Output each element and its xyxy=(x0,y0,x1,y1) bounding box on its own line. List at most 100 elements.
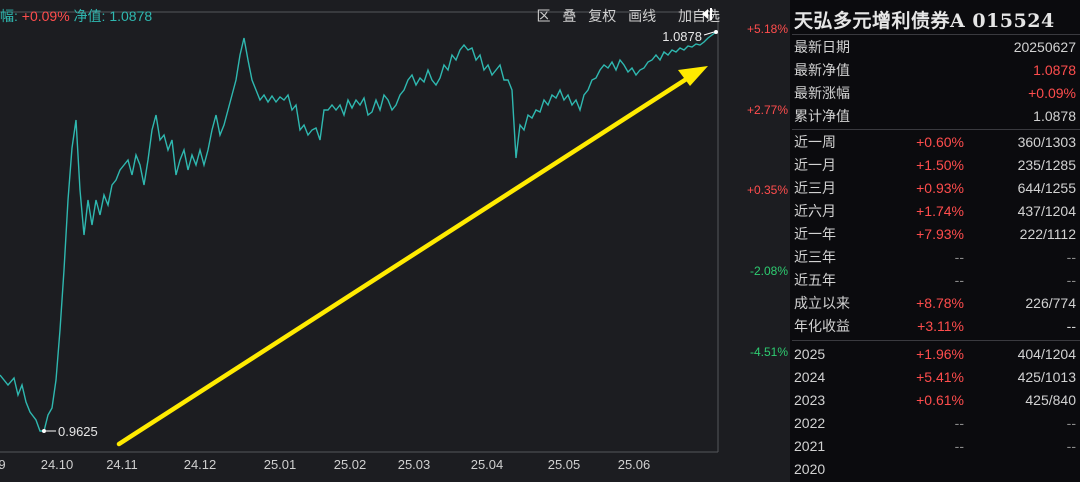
row-change: -- xyxy=(954,415,964,431)
row-change: +0.60% xyxy=(916,134,964,150)
row-change: +8.78% xyxy=(916,295,964,311)
row-rank: 644/1255 xyxy=(1017,180,1076,196)
row-rank: -- xyxy=(1066,415,1076,431)
row-change: -- xyxy=(954,249,964,265)
info-row: 最新日期 20250627 xyxy=(792,36,1080,59)
row-label: 近一周 xyxy=(794,134,836,150)
row-rank: -- xyxy=(1066,438,1076,454)
period-row: 近一月 +1.50% 235/1285 xyxy=(792,154,1080,177)
row-change: +1.74% xyxy=(916,203,964,219)
divider xyxy=(792,340,1080,341)
x-tick-label: 24.10 xyxy=(41,457,74,472)
adjust-button[interactable]: 复权 xyxy=(588,8,616,24)
row-rank: 425/840 xyxy=(1025,392,1076,408)
period-row: 近五年 -- -- xyxy=(792,269,1080,292)
row-change: +3.11% xyxy=(917,318,964,334)
year-row: 2021 -- -- xyxy=(792,435,1080,458)
year-row: 2024 +5.41% 425/1013 xyxy=(792,366,1080,389)
info-row: 累计净值 1.0878 xyxy=(792,105,1080,128)
row-label: 近六月 xyxy=(794,203,836,219)
change-label: 幅: xyxy=(0,8,18,24)
row-rank: 235/1285 xyxy=(1017,157,1076,173)
draw-line-button[interactable]: 画线 xyxy=(628,8,656,24)
period-row: 近六月 +1.74% 437/1204 xyxy=(792,200,1080,223)
row-label: 2025 xyxy=(794,346,826,362)
fund-name: 天弘多元增利债券A 015524 xyxy=(794,10,1055,32)
row-rank: -- xyxy=(1066,249,1076,265)
year-row: 2020 xyxy=(792,458,1080,481)
row-rank: 404/1204 xyxy=(1017,346,1076,362)
row-change: +1.96% xyxy=(916,346,964,362)
row-value: 20250627 xyxy=(1013,39,1076,55)
row-label: 2023 xyxy=(794,392,826,408)
year-row: 2025 +1.96% 404/1204 xyxy=(792,343,1080,366)
info-row: 最新涨幅 +0.09% xyxy=(792,82,1080,105)
row-change: -- xyxy=(954,272,964,288)
y-tick-label: -4.51% xyxy=(750,345,788,359)
fund-info-panel: 天弘多元增利债券A 015524 最新日期 20250627 最新净值 1.0878 最… xyxy=(792,0,1080,482)
nav-readout: 幅: +0.09% 净值: 1.0878 xyxy=(0,0,152,32)
nav-value: 1.0878 xyxy=(109,8,153,24)
row-label: 近三月 xyxy=(794,180,836,196)
period-row: 近一年 +7.93% 222/1112 xyxy=(792,223,1080,246)
period-row: 近三年 -- -- xyxy=(792,246,1080,269)
row-rank: -- xyxy=(1066,318,1076,334)
y-tick-label: +0.35% xyxy=(747,183,788,197)
row-value: 1.0878 xyxy=(1033,108,1076,124)
divider xyxy=(792,129,1080,130)
period-row: 近三月 +0.93% 644/1255 xyxy=(792,177,1080,200)
y-tick-label: -2.08% xyxy=(750,264,788,278)
row-label: 最新净值 xyxy=(794,62,850,78)
row-rank: 425/1013 xyxy=(1017,369,1076,385)
x-tick-label: 25.06 xyxy=(618,457,651,472)
x-tick-label: 25.02 xyxy=(334,457,367,472)
row-rank: 437/1204 xyxy=(1017,203,1076,219)
row-label: 近一月 xyxy=(794,157,836,173)
min-point-label: 0.9625 xyxy=(58,424,98,439)
change-value: +0.09% xyxy=(21,8,70,24)
x-tick-label: 24.11 xyxy=(106,457,138,472)
row-change: +5.41% xyxy=(916,369,964,385)
row-change: +1.50% xyxy=(916,157,964,173)
row-label: 2020 xyxy=(794,461,826,477)
row-label: 最新涨幅 xyxy=(794,85,850,101)
pin-glyph-icon xyxy=(702,8,712,20)
chart-panel[interactable]: +5.18% +2.77% +0.35% -2.08% -4.51% 9 24.10 24.1… xyxy=(0,0,790,482)
row-change: +0.93% xyxy=(916,180,964,196)
x-tick-label: 25.01 xyxy=(264,457,297,472)
overlay-button[interactable]: 叠 xyxy=(562,8,576,24)
row-label: 2022 xyxy=(794,415,826,431)
row-change: -- xyxy=(954,438,964,454)
row-rank: 226/774 xyxy=(1025,295,1076,311)
row-label: 2021 xyxy=(794,438,826,454)
divider xyxy=(792,34,1080,35)
year-row: 2022 -- -- xyxy=(792,412,1080,435)
period-row: 年化收益 +3.11% -- xyxy=(792,315,1080,338)
period-row: 近一周 +0.60% 360/1303 xyxy=(792,131,1080,154)
interval-button[interactable]: 区 xyxy=(536,8,550,24)
row-label: 近五年 xyxy=(794,272,836,288)
y-tick-label: +2.77% xyxy=(747,103,788,117)
pin-icon[interactable] xyxy=(698,6,716,26)
info-row: 最新净值 1.0878 xyxy=(792,59,1080,82)
row-value: +0.09% xyxy=(1028,85,1076,101)
row-label: 2024 xyxy=(794,369,826,385)
row-label: 近一年 xyxy=(794,226,836,242)
chart-toolbar: 幅: +0.09% 净值: 1.0878 区 叠 复权 画线 加自选 xyxy=(0,0,790,32)
x-tick-label: 25.04 xyxy=(471,457,504,472)
row-label: 累计净值 xyxy=(794,108,850,124)
nav-line-chart[interactable]: +5.18%+2.77%+0.35%-2.08%-4.51%9 24.10 24.1… xyxy=(0,0,790,482)
trend-arrow-shaft xyxy=(116,75,691,447)
x-tick-label: 24.12 xyxy=(184,457,217,472)
row-change: +7.93% xyxy=(916,226,964,242)
year-row: 2023 +0.61% 425/840 xyxy=(792,389,1080,412)
row-value: 1.0878 xyxy=(1033,62,1076,78)
tool-buttons: 区 叠 复权 画线 加自选 xyxy=(528,0,720,32)
row-rank: 360/1303 xyxy=(1017,134,1076,150)
row-rank: -- xyxy=(1066,272,1076,288)
x-tick-label: 25.05 xyxy=(548,457,581,472)
row-change: +0.61% xyxy=(916,392,964,408)
row-label: 近三年 xyxy=(794,249,836,265)
row-rank: 222/1112 xyxy=(1019,226,1076,242)
x-tick-label: 9 xyxy=(0,457,6,472)
